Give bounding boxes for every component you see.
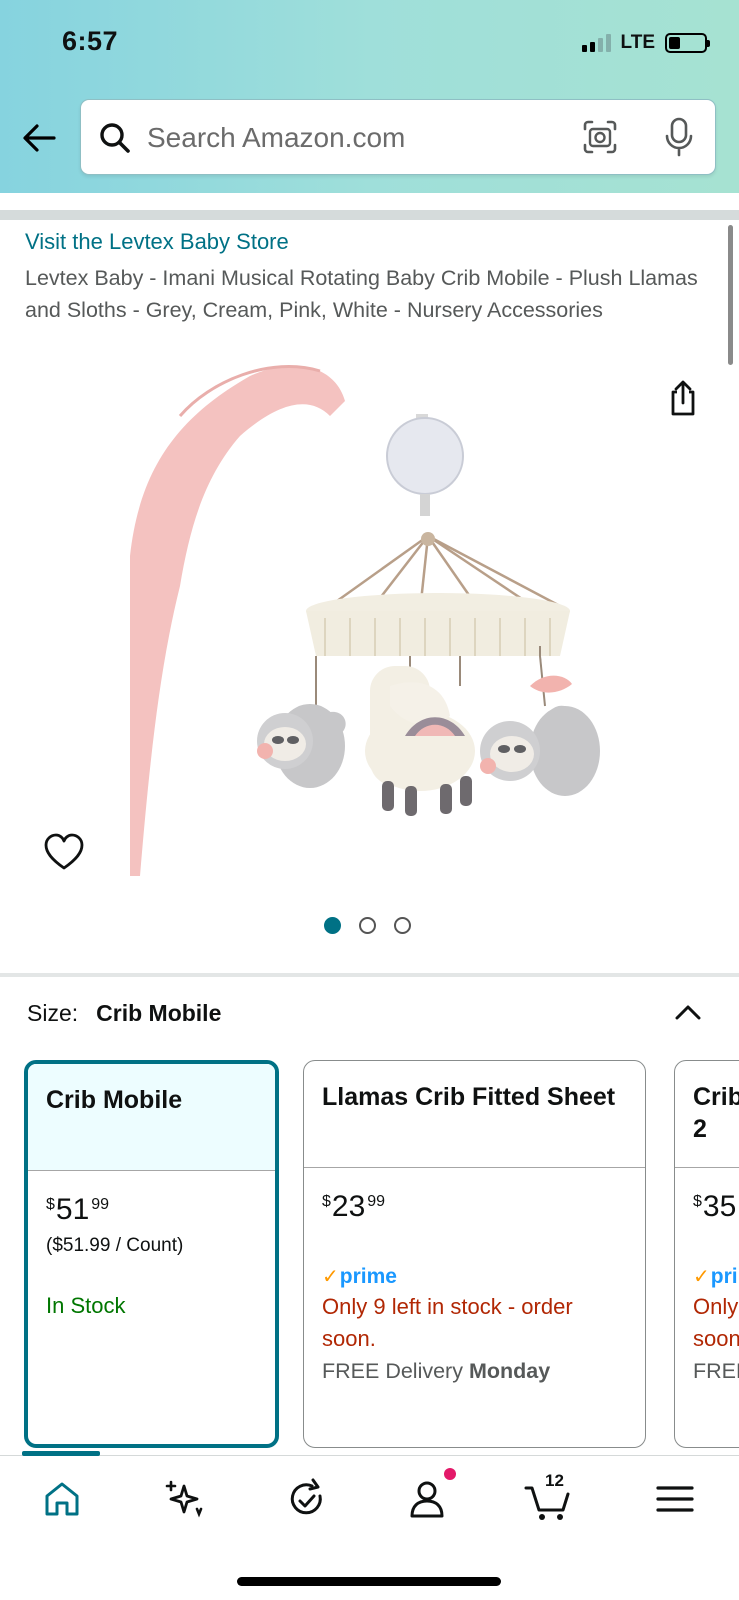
back-arrow-icon[interactable]	[20, 118, 60, 158]
size-selector-header: Size: Crib Mobile	[27, 1000, 221, 1027]
product-image[interactable]	[120, 356, 640, 886]
store-link[interactable]: Visit the Levtex Baby Store	[25, 229, 289, 255]
search-input[interactable]	[147, 118, 547, 158]
size-option-crib-mobile[interactable]: Crib Mobile $ 51 99 ($51.99 / Count) In …	[24, 1060, 279, 1448]
account-icon[interactable]	[403, 1476, 453, 1522]
cart-count-badge: 12	[545, 1471, 564, 1490]
prime-badge: ✓ pri	[693, 1264, 738, 1289]
option-price: $ 35	[693, 1190, 737, 1223]
camera-icon[interactable]	[581, 118, 619, 156]
prime-check-icon: ✓	[322, 1266, 339, 1288]
network-label: LTE	[620, 32, 655, 53]
option-availability: In Stock	[46, 1293, 126, 1318]
carousel-dot[interactable]	[359, 917, 376, 934]
chevron-up-icon[interactable]	[672, 998, 704, 1026]
prime-badge: ✓ prime	[322, 1264, 397, 1289]
image-carousel-dots	[0, 917, 739, 934]
option-name: Crib Mobile	[28, 1064, 275, 1171]
option-availability: Only soon	[693, 1294, 739, 1351]
home-indicator[interactable]	[237, 1577, 501, 1586]
reorder-icon[interactable]	[282, 1476, 332, 1522]
product-page: 6:57 LTE Visit the Lev	[0, 0, 739, 1600]
size-selected-value: Crib Mobile	[96, 1000, 222, 1026]
status-icons: LTE	[581, 32, 710, 54]
menu-icon[interactable]	[650, 1476, 700, 1522]
carousel-dot[interactable]	[324, 917, 341, 934]
product-title: Levtex Baby - Imani Musical Rotating Bab…	[25, 266, 698, 322]
share-icon[interactable]	[665, 378, 701, 418]
status-time: 6:57	[62, 26, 119, 56]
header: 6:57 LTE	[0, 0, 739, 193]
home-icon[interactable]	[37, 1476, 87, 1522]
search-bar[interactable]	[80, 99, 716, 175]
size-option-crib-2[interactable]: Crib2 $ 35 ✓pri Onlysoon FREE	[674, 1060, 739, 1448]
ai-sparkle-icon[interactable]	[159, 1476, 209, 1522]
search-icon	[100, 123, 130, 153]
carousel-dot[interactable]	[394, 917, 411, 934]
size-label: Size:	[27, 1000, 79, 1026]
signal-icon	[581, 34, 611, 52]
option-price: $ 51 99	[46, 1193, 110, 1226]
section-divider	[0, 210, 739, 220]
option-delivery: FREE	[693, 1359, 739, 1383]
option-availability: Only 9 left in stock - order soon.	[322, 1294, 573, 1351]
section-divider	[0, 973, 739, 977]
notification-dot	[444, 1468, 456, 1480]
heart-icon[interactable]	[43, 832, 85, 872]
option-name: Crib 2	[675, 1061, 739, 1168]
battery-icon	[665, 33, 710, 53]
scrollbar[interactable]	[728, 225, 733, 365]
option-unit-price: ($51.99 / Count)	[46, 1235, 184, 1256]
size-option-llamas-crib-fitted-sheet[interactable]: Llamas Crib Fitted Sheet $ 23 99 ✓ prime …	[303, 1060, 646, 1448]
microphone-icon[interactable]	[661, 116, 697, 158]
option-name: Llamas Crib Fitted Sheet	[304, 1061, 645, 1168]
active-tab-indicator	[22, 1451, 100, 1456]
option-delivery: FREE Delivery Monday	[322, 1359, 551, 1383]
prime-check-icon: ✓	[693, 1266, 710, 1288]
option-price: $ 23 99	[322, 1190, 386, 1223]
